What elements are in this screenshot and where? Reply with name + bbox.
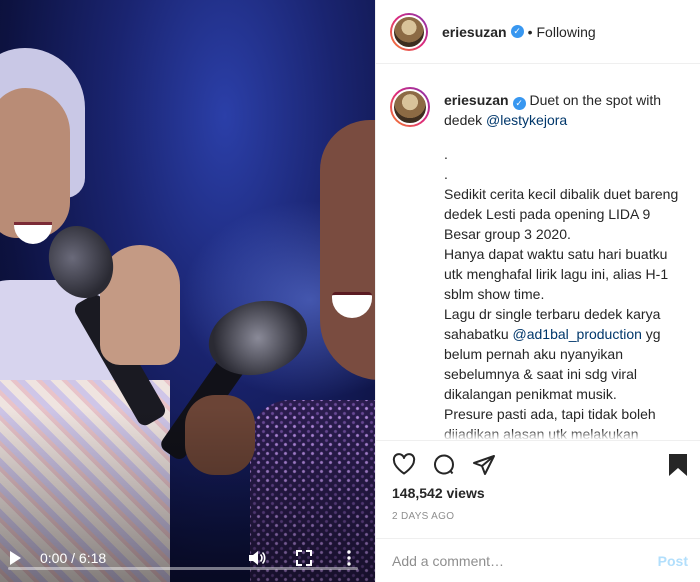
share-icon[interactable]	[472, 453, 496, 482]
caption-fade	[376, 430, 700, 440]
caption-avatar-image	[392, 89, 428, 125]
caption-area: eriesuzan ✓ Duet on the spot with dedek @…	[376, 65, 700, 440]
comment-bar: Post	[376, 538, 700, 582]
avatar-image	[392, 14, 426, 49]
mention-link-2[interactable]: @ad1bal_production	[513, 326, 642, 342]
caption-body-part-2: yg belum pernah aku nyanyikan sebelumnya…	[444, 326, 661, 440]
view-count[interactable]: 148,542 views	[392, 485, 485, 501]
comment-icon[interactable]	[432, 453, 456, 482]
caption-header: eriesuzan ✓ Duet on the spot with dedek @…	[390, 87, 684, 130]
avatar[interactable]	[390, 12, 428, 51]
caption-body-part-1: . . Sedikit cerita kecil dibalik duet ba…	[444, 146, 679, 342]
header-separator: •	[527, 23, 533, 40]
caption-body: . . Sedikit cerita kecil dibalik duet ba…	[444, 144, 684, 440]
caption-verified-badge-icon: ✓	[512, 97, 526, 110]
verified-badge-icon: ✓	[510, 25, 524, 38]
action-bar	[376, 440, 700, 488]
caption-avatar[interactable]	[390, 87, 430, 127]
video-time: 0:00 / 6:18	[40, 550, 107, 566]
post-header: eriesuzan ✓ • Following	[376, 0, 700, 64]
caption-intro: eriesuzan ✓ Duet on the spot with dedek @…	[444, 90, 684, 130]
heart-icon[interactable]	[392, 453, 416, 480]
post-panel: eriesuzan ✓ • Following eriesuzan ✓ Duet …	[375, 0, 700, 582]
video-vignette	[0, 0, 375, 582]
following-button[interactable]: Following	[537, 24, 596, 40]
more-options-icon[interactable]	[346, 550, 352, 566]
post-timestamp[interactable]: 2 DAYS AGO	[392, 511, 454, 522]
username-link[interactable]: eriesuzan	[442, 24, 507, 40]
fullscreen-icon[interactable]	[296, 550, 312, 566]
comment-input[interactable]	[392, 552, 658, 569]
caption-username[interactable]: eriesuzan	[444, 92, 509, 108]
mention-link[interactable]: @lestykejora	[486, 112, 567, 128]
video-progress-bar[interactable]	[8, 567, 358, 570]
play-icon[interactable]	[10, 551, 21, 565]
volume-icon[interactable]	[248, 550, 266, 566]
video-player[interactable]: 0:00 / 6:18	[0, 0, 375, 582]
bookmark-icon[interactable]	[668, 453, 688, 482]
post-comment-button[interactable]: Post	[658, 553, 688, 569]
video-controls: 0:00 / 6:18	[0, 532, 375, 582]
